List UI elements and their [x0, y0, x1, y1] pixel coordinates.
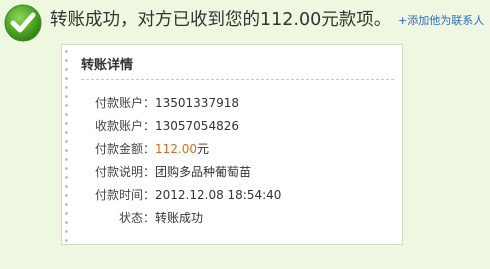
row-payment-time: 付款时间： 2012.12.08 18:54:40 — [62, 187, 402, 203]
row-payer-account: 付款账户： 13501337918 — [62, 95, 402, 111]
amount-value: 112.00 — [155, 142, 197, 156]
details-title: 转账详情 — [81, 58, 134, 73]
row-value: 2012.12.08 18:54:40 — [155, 188, 282, 202]
amount-unit: 元 — [197, 142, 210, 156]
row-value: 13057054826 — [155, 119, 239, 133]
row-label: 付款时间： — [94, 188, 155, 202]
title-divider — [81, 79, 394, 80]
row-status: 状态： 转账成功 — [62, 210, 402, 226]
transfer-details-card: 转账详情 付款账户： 13501337918 收款账户： 13057054826… — [61, 44, 403, 245]
status-value: 转账成功 — [155, 211, 204, 225]
success-headline: 转账成功，对方已收到您的112.00元款项。 — [50, 10, 392, 30]
row-label: 收款账户： — [94, 119, 155, 133]
row-payee-account: 收款账户： 13057054826 — [62, 118, 402, 134]
row-value: 团购多品种葡萄苗 — [155, 165, 252, 179]
row-payment-note: 付款说明： 团购多品种葡萄苗 — [62, 164, 402, 180]
row-value: 13501337918 — [155, 96, 239, 110]
row-payment-amount: 付款金额： 112.00元 — [62, 141, 402, 157]
row-label: 付款账户： — [94, 96, 155, 110]
row-label: 状态： — [118, 211, 155, 225]
add-contact-link[interactable]: +添加他为联系人 — [398, 12, 484, 28]
row-label: 付款金额： — [94, 142, 155, 156]
row-label: 付款说明： — [94, 165, 155, 179]
success-check-icon — [4, 4, 42, 42]
row-value: 112.00元 — [155, 141, 209, 157]
